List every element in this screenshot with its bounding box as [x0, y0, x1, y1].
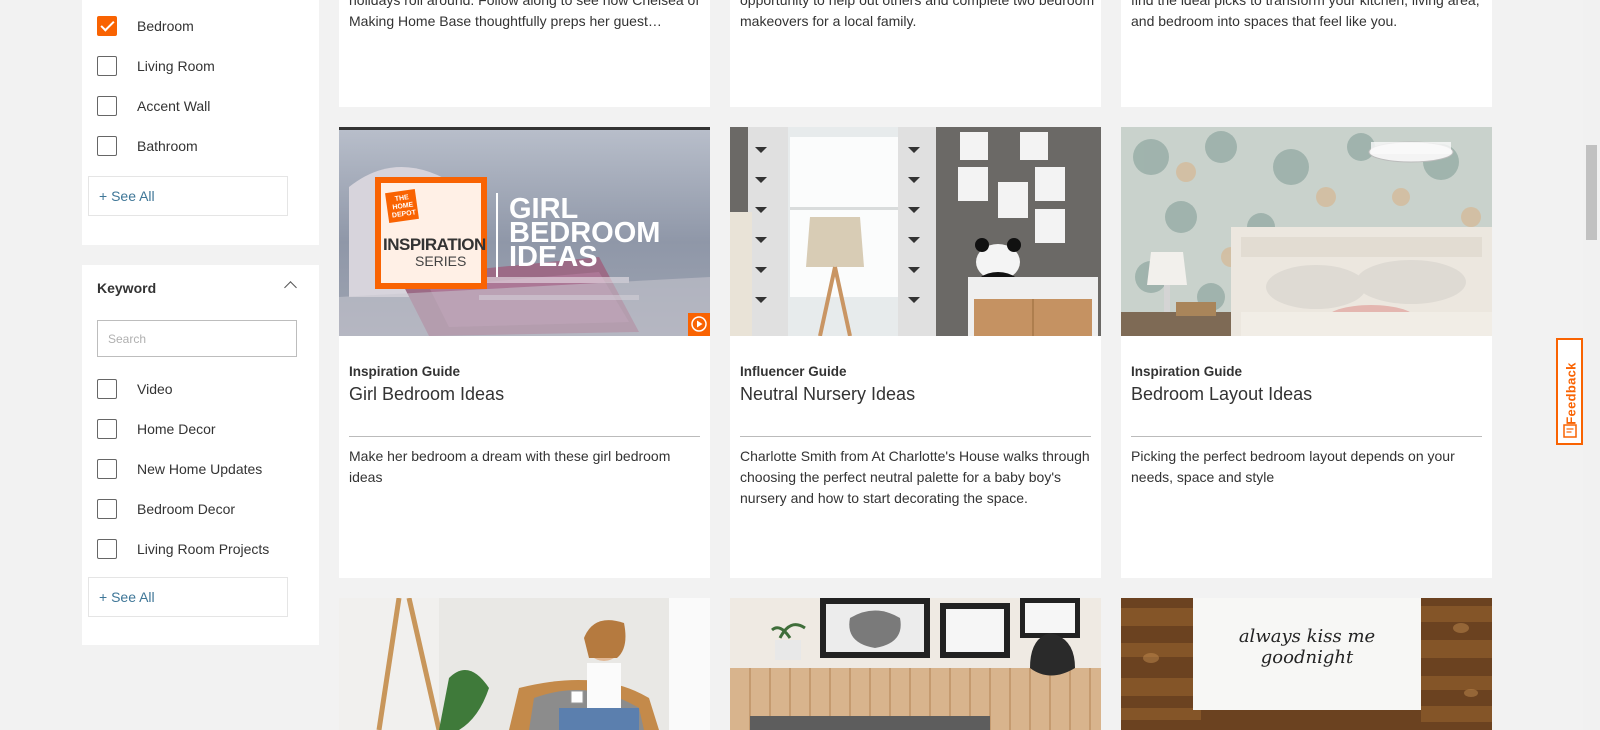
room-see-all-button[interactable]: + See All — [88, 176, 288, 216]
card-description: opportunity to help out others and compl… — [740, 0, 1095, 29]
article-card-bedroom-layout[interactable]: Inspiration Guide Bedroom Layout Ideas P… — [1121, 127, 1492, 578]
logo-inspiration-text: INSPIRATION — [383, 235, 486, 254]
wood-wall-sign-photo[interactable]: always kiss me goodnight — [1121, 598, 1492, 730]
room-filter-panel: Bedroom Living Room Accent Wall Bathroom… — [82, 0, 319, 245]
card-description: Charlotte Smith from At Charlotte's Hous… — [740, 448, 1090, 506]
checkbox[interactable] — [97, 96, 117, 116]
filter-label: Accent Wall — [137, 98, 211, 114]
logo-series-text: SERIES — [415, 253, 467, 269]
bedroom-headboard-photo[interactable] — [730, 598, 1101, 730]
filter-label: Living Room Projects — [137, 541, 270, 557]
keyword-option-video[interactable]: Video — [97, 378, 173, 400]
card-title[interactable]: Neutral Nursery Ideas — [740, 384, 915, 405]
card-title[interactable]: Girl Bedroom Ideas — [349, 384, 504, 405]
article-card-neutral-nursery[interactable]: Influencer Guide Neutral Nursery Ideas C… — [730, 127, 1101, 578]
filter-option-living-room[interactable]: Living Room — [97, 55, 215, 77]
card-kicker: Inspiration Guide — [349, 364, 461, 379]
keyword-search-input[interactable] — [97, 320, 297, 357]
article-card-girl-bedroom[interactable]: THE HOME DEPOT INSPIRATION SERIES GIRL B… — [339, 127, 710, 578]
filter-label: New Home Updates — [137, 461, 263, 477]
keyword-see-all-button[interactable]: + See All — [88, 577, 288, 617]
checkbox[interactable] — [97, 499, 117, 519]
feedback-label: Feedback — [1563, 362, 1579, 425]
filter-option-accent-wall[interactable]: Accent Wall — [97, 95, 210, 117]
card-description: holidays roll around. Follow along to se… — [349, 0, 700, 29]
article-card[interactable] — [730, 598, 1101, 730]
nursery-photo[interactable] — [730, 127, 1101, 336]
card-title[interactable]: Bedroom Layout Ideas — [1131, 384, 1312, 405]
thumb-headline-3: IDEAS — [509, 241, 598, 273]
keyword-option-bedroom-decor[interactable]: Bedroom Decor — [97, 498, 235, 520]
filter-label: Bedroom Decor — [137, 501, 236, 517]
card-kicker: Inspiration Guide — [1131, 364, 1243, 379]
logo-text: THE HOME DEPOT — [391, 194, 417, 220]
scrollbar-thumb[interactable] — [1586, 145, 1597, 240]
bedroom-layout-photo[interactable] — [1121, 127, 1492, 336]
card-kicker: Influencer Guide — [740, 364, 847, 379]
keyword-heading: Keyword — [97, 280, 157, 296]
card-description: Picking the perfect bedroom layout depen… — [1131, 448, 1455, 485]
keyword-option-living-room-projects[interactable]: Living Room Projects — [97, 538, 269, 560]
article-card[interactable]: opportunity to help out others and compl… — [730, 0, 1101, 107]
checkbox[interactable] — [97, 419, 117, 439]
divider — [740, 436, 1091, 437]
checkbox[interactable] — [97, 136, 117, 156]
filter-label: Bedroom — [137, 18, 194, 34]
feedback-icon — [1563, 424, 1577, 438]
article-card[interactable]: always kiss me goodnight — [1121, 598, 1492, 730]
keyword-filter-panel: Keyword Video Home Decor New Home Update… — [82, 265, 319, 645]
article-card[interactable]: find the ideal picks to transform your k… — [1121, 0, 1492, 107]
video-thumbnail[interactable]: THE HOME DEPOT INSPIRATION SERIES GIRL B… — [339, 127, 710, 336]
checkbox[interactable] — [97, 539, 117, 559]
chevron-up-icon[interactable] — [282, 279, 302, 293]
woman-in-chair-photo[interactable] — [339, 598, 710, 730]
filter-label: Video — [137, 381, 173, 397]
divider — [1131, 436, 1482, 437]
article-card[interactable] — [339, 598, 710, 730]
card-description: find the ideal picks to transform your k… — [1131, 0, 1480, 29]
keyword-option-new-home-updates[interactable]: New Home Updates — [97, 458, 262, 480]
card-description: Make her bedroom a dream with these girl… — [349, 448, 671, 485]
vertical-scrollbar[interactable] — [1583, 0, 1600, 730]
article-card[interactable]: holidays roll around. Follow along to se… — [339, 0, 710, 107]
feedback-tab[interactable]: Feedback — [1556, 338, 1583, 445]
checkbox-checked[interactable] — [97, 16, 117, 36]
checkbox[interactable] — [97, 56, 117, 76]
divider — [349, 436, 700, 437]
filter-option-bedroom[interactable]: Bedroom — [97, 15, 194, 37]
checkbox[interactable] — [97, 379, 117, 399]
sign-text: always kiss me goodnight — [1238, 626, 1376, 668]
filter-label: Bathroom — [137, 138, 198, 154]
checkbox[interactable] — [97, 459, 117, 479]
filter-label: Living Room — [137, 58, 215, 74]
filter-label: Home Decor — [137, 421, 216, 437]
filter-option-bathroom[interactable]: Bathroom — [97, 135, 198, 157]
keyword-option-home-decor[interactable]: Home Decor — [97, 418, 216, 440]
